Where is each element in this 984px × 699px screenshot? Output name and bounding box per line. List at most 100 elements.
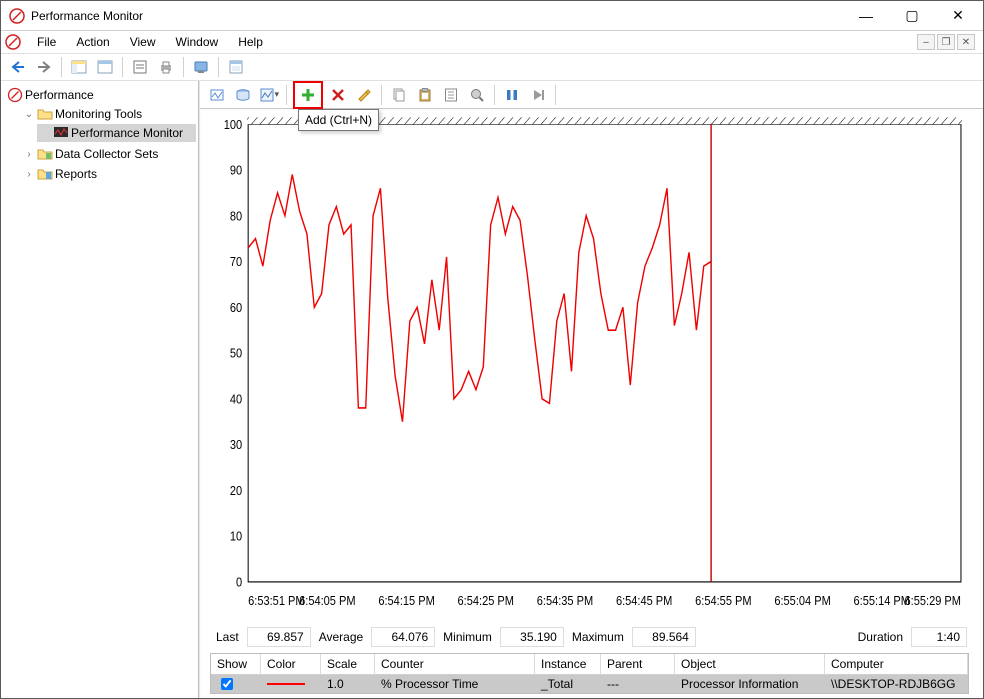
view-log-data-button[interactable] bbox=[232, 84, 254, 106]
label-last: Last bbox=[212, 630, 243, 644]
mdi-controls: – ❐ ✕ bbox=[917, 34, 979, 50]
label-average: Average bbox=[315, 630, 367, 644]
change-graph-type-button[interactable] bbox=[258, 84, 280, 106]
close-button[interactable]: ✕ bbox=[935, 1, 981, 31]
zoom-button[interactable] bbox=[466, 84, 488, 106]
counter-parent: --- bbox=[601, 677, 675, 691]
menu-view[interactable]: View bbox=[120, 33, 166, 51]
label-maximum: Maximum bbox=[568, 630, 628, 644]
window-title: Performance Monitor bbox=[31, 9, 843, 23]
monitor-icon bbox=[53, 125, 69, 141]
freeze-button[interactable] bbox=[501, 84, 523, 106]
tree-item-label: Monitoring Tools bbox=[55, 107, 142, 121]
detail-pane: Add (Ctrl+N) 01020304050607080901006:53:… bbox=[199, 81, 983, 698]
menu-file[interactable]: File bbox=[27, 33, 66, 51]
value-duration: 1:40 bbox=[911, 627, 967, 647]
svg-text:6:54:55 PM: 6:54:55 PM bbox=[695, 593, 751, 608]
new-window-button[interactable] bbox=[94, 56, 116, 78]
col-object[interactable]: Object bbox=[675, 654, 825, 675]
show-hide-tree-button[interactable] bbox=[68, 56, 90, 78]
value-minimum: 35.190 bbox=[500, 627, 564, 647]
value-last: 69.857 bbox=[247, 627, 311, 647]
mdi-restore[interactable]: ❐ bbox=[937, 34, 955, 50]
forward-button[interactable] bbox=[33, 56, 55, 78]
highlight-button[interactable] bbox=[353, 84, 375, 106]
svg-text:10: 10 bbox=[230, 529, 243, 544]
report-icon bbox=[37, 166, 53, 182]
perfmon-root-icon bbox=[7, 87, 23, 103]
expand-icon[interactable]: › bbox=[23, 149, 35, 160]
col-color[interactable]: Color bbox=[261, 654, 321, 675]
stats-row: Last 69.857 Average 64.076 Minimum 35.19… bbox=[208, 621, 971, 653]
tree-monitoring-tools[interactable]: ⌄ Monitoring Tools bbox=[21, 105, 196, 123]
chart-area[interactable]: 01020304050607080901006:53:51 PM6:54:05 … bbox=[202, 111, 981, 696]
svg-text:30: 30 bbox=[230, 437, 243, 452]
col-scale[interactable]: Scale bbox=[321, 654, 375, 675]
tree-data-collector-sets[interactable]: › Data Collector Sets bbox=[21, 145, 196, 163]
counter-scale: 1.0 bbox=[321, 677, 375, 691]
copy-properties-button[interactable] bbox=[388, 84, 410, 106]
folder-icon bbox=[37, 106, 53, 122]
tree-performance-monitor[interactable]: Performance Monitor bbox=[37, 124, 196, 142]
counter-computer: \\DESKTOP-RDJB6GG bbox=[825, 677, 968, 691]
svg-text:80: 80 bbox=[230, 209, 243, 224]
app-icon bbox=[9, 8, 25, 24]
main-toolbar bbox=[1, 53, 983, 81]
menubar: File Action View Window Help – ❐ ✕ bbox=[1, 31, 983, 53]
line-chart[interactable]: 01020304050607080901006:53:51 PM6:54:05 … bbox=[208, 115, 971, 621]
tree-item-label: Reports bbox=[55, 167, 97, 181]
svg-text:6:54:25 PM: 6:54:25 PM bbox=[458, 593, 514, 608]
col-parent[interactable]: Parent bbox=[601, 654, 675, 675]
perfmon-toolbar: Add (Ctrl+N) bbox=[200, 81, 983, 109]
svg-text:6:55:29 PM: 6:55:29 PM bbox=[905, 593, 961, 608]
expand-icon[interactable]: ⌄ bbox=[23, 109, 35, 120]
delete-counter-button[interactable] bbox=[327, 84, 349, 106]
expand-icon[interactable]: › bbox=[23, 169, 35, 180]
svg-text:6:53:51 PM: 6:53:51 PM bbox=[248, 593, 304, 608]
view-current-activity-button[interactable] bbox=[206, 84, 228, 106]
toolbar-settings-button[interactable] bbox=[225, 56, 247, 78]
titlebar: Performance Monitor — ▢ ✕ bbox=[1, 1, 983, 31]
col-instance[interactable]: Instance bbox=[535, 654, 601, 675]
update-data-button[interactable] bbox=[527, 84, 549, 106]
counter-row[interactable]: 1.0 % Processor Time _Total --- Processo… bbox=[211, 675, 968, 693]
menu-help[interactable]: Help bbox=[228, 33, 273, 51]
counter-object: Processor Information bbox=[675, 677, 825, 691]
folder-icon bbox=[37, 146, 53, 162]
tree-reports[interactable]: › Reports bbox=[21, 165, 196, 183]
svg-text:70: 70 bbox=[230, 254, 243, 269]
properties-button[interactable] bbox=[440, 84, 462, 106]
svg-text:90: 90 bbox=[230, 163, 243, 178]
menu-window[interactable]: Window bbox=[166, 33, 229, 51]
add-counter-highlight bbox=[293, 81, 323, 109]
counter-name: % Processor Time bbox=[375, 677, 535, 691]
col-counter[interactable]: Counter bbox=[375, 654, 535, 675]
tree-root[interactable]: Performance bbox=[5, 86, 196, 104]
col-computer[interactable]: Computer bbox=[825, 654, 968, 675]
back-button[interactable] bbox=[7, 56, 29, 78]
svg-text:6:54:15 PM: 6:54:15 PM bbox=[378, 593, 434, 608]
add-counter-button[interactable] bbox=[297, 84, 319, 106]
label-duration: Duration bbox=[854, 630, 907, 644]
freeze-display-button[interactable] bbox=[190, 56, 212, 78]
svg-text:50: 50 bbox=[230, 346, 243, 361]
print-button[interactable] bbox=[155, 56, 177, 78]
col-show[interactable]: Show bbox=[211, 654, 261, 675]
menu-action[interactable]: Action bbox=[66, 33, 119, 51]
value-maximum: 89.564 bbox=[632, 627, 696, 647]
minimize-button[interactable]: — bbox=[843, 1, 889, 31]
counters-header[interactable]: Show Color Scale Counter Instance Parent… bbox=[211, 654, 968, 675]
counter-show-checkbox[interactable] bbox=[221, 678, 233, 690]
mdi-minimize[interactable]: – bbox=[917, 34, 935, 50]
svg-text:6:55:14 PM: 6:55:14 PM bbox=[854, 593, 910, 608]
svg-text:100: 100 bbox=[224, 117, 243, 132]
maximize-button[interactable]: ▢ bbox=[889, 1, 935, 31]
console-tree[interactable]: Performance ⌄ Monitoring Tools bbox=[1, 81, 199, 698]
counters-table[interactable]: Show Color Scale Counter Instance Parent… bbox=[210, 653, 969, 694]
properties-button[interactable] bbox=[129, 56, 151, 78]
app-icon-small bbox=[5, 34, 21, 50]
svg-text:60: 60 bbox=[230, 300, 243, 315]
tree-item-label: Data Collector Sets bbox=[55, 147, 158, 161]
mdi-close[interactable]: ✕ bbox=[957, 34, 975, 50]
paste-counter-list-button[interactable] bbox=[414, 84, 436, 106]
